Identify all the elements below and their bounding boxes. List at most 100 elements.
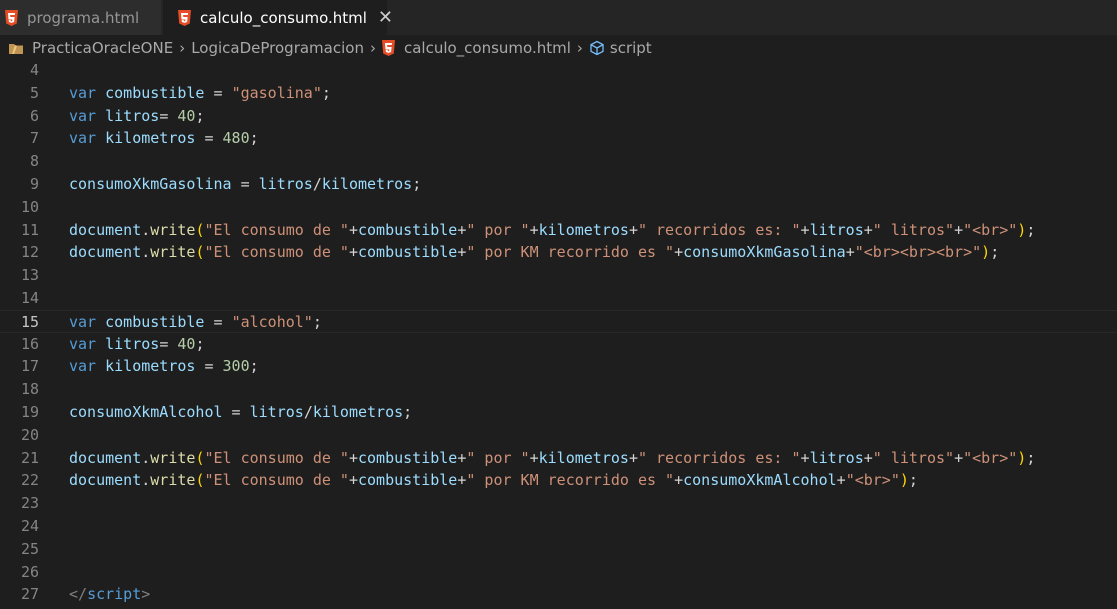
code-token: write: [150, 243, 196, 262]
code-token: "gasolina": [231, 83, 322, 102]
code-token: "El consumo de ": [204, 220, 349, 239]
code-line[interactable]: 9 consumoXkmGasolina = litros/kilometros;: [0, 173, 1117, 196]
code-line[interactable]: 6 var litros= 40;: [0, 105, 1117, 128]
code-line[interactable]: 17 var kilometros = 300;: [0, 355, 1117, 378]
code-token: kilometros: [105, 129, 196, 148]
code-text: var kilometros = 480;: [69, 127, 259, 150]
chevron-right-icon: ›: [369, 39, 376, 57]
code-token: var: [69, 357, 97, 376]
code-token: >: [141, 585, 151, 604]
code-token: document: [69, 243, 142, 262]
code-line[interactable]: 25: [0, 538, 1117, 561]
code-token: ;: [1026, 448, 1036, 467]
html5-icon: [381, 40, 395, 56]
code-token: " recorridos es: ": [637, 220, 801, 239]
code-editor[interactable]: 4 5 var combustible = "gasolina"; 6 var litr…: [0, 61, 1117, 609]
code-token: litros: [249, 403, 304, 421]
code-token: ;: [312, 312, 322, 331]
code-line[interactable]: 27 </script>: [0, 583, 1117, 606]
code-token: write: [150, 220, 196, 239]
code-line[interactable]: 5 var combustible = "gasolina";: [0, 82, 1117, 105]
code-text: document.write("El consumo de "+combusti…: [69, 241, 999, 264]
breadcrumb-item-folder[interactable]: PracticaOracleONE: [8, 39, 173, 57]
code-token: combustible: [358, 448, 458, 467]
code-token: litros: [809, 448, 864, 467]
code-token: kilometros: [312, 403, 404, 421]
line-number: 10: [20, 197, 39, 216]
line-number: 17: [20, 357, 39, 376]
code-token: ;: [195, 334, 205, 353]
code-text: var litros= 40;: [69, 105, 204, 128]
chevron-right-icon: ›: [576, 39, 583, 57]
breadcrumb-label: script: [609, 39, 652, 57]
code-token: var: [69, 106, 97, 125]
code-line[interactable]: 23: [0, 492, 1117, 515]
code-text: document.write("El consumo de "+combusti…: [69, 219, 1035, 242]
code-token: "<br>": [963, 448, 1018, 467]
code-line[interactable]: 12 document.write("El consumo de "+combus…: [0, 241, 1117, 264]
tab-calculo-consumo-html[interactable]: calculo_consumo.html ✕: [163, 0, 393, 35]
code-token: +: [348, 448, 358, 467]
code-token: =: [204, 312, 232, 331]
code-line[interactable]: 22 document.write("El consumo de "+combus…: [0, 469, 1117, 492]
code-line[interactable]: 18: [0, 378, 1117, 401]
code-line[interactable]: 11 document.write("El consumo de "+combus…: [0, 219, 1117, 242]
code-line[interactable]: 7 var kilometros = 480;: [0, 127, 1117, 150]
code-token: litros: [105, 334, 160, 353]
code-token: /: [312, 175, 322, 193]
code-token: .: [141, 220, 151, 239]
tab-label: calculo_consumo.html: [200, 8, 367, 27]
breadcrumb-item-subfolder[interactable]: LogicaDeProgramacion: [191, 39, 364, 57]
line-number: 19: [20, 403, 39, 421]
breadcrumb-item-file[interactable]: calculo_consumo.html: [381, 39, 571, 57]
code-token: " por ": [466, 220, 530, 239]
code-line[interactable]: 10: [0, 196, 1117, 219]
code-line[interactable]: 26: [0, 561, 1117, 584]
code-token: +: [674, 243, 684, 262]
code-token: +: [348, 220, 358, 239]
code-token: ;: [412, 175, 422, 193]
code-token: " litros": [872, 448, 955, 467]
code-token: .: [141, 243, 151, 262]
code-line[interactable]: 14: [0, 287, 1117, 310]
code-token: var: [69, 334, 97, 353]
code-token: " por KM recorrido es ": [466, 471, 675, 490]
code-token: kilometros: [538, 448, 629, 467]
tab-programa-html[interactable]: programa.html: [0, 0, 161, 35]
code-token: +: [529, 220, 539, 239]
code-token: " recorridos es: ": [637, 448, 801, 467]
line-number: 27: [20, 585, 39, 604]
code-token: consumoXkmGasolina: [683, 243, 846, 262]
code-line[interactable]: 20: [0, 424, 1117, 447]
code-line[interactable]: 15 var combustible = "alcohol";: [0, 309, 1117, 333]
code-token: combustible: [105, 83, 205, 102]
code-token: =: [159, 334, 178, 353]
code-text: consumoXkmAlcohol = litros/kilometros;: [69, 401, 412, 424]
code-line[interactable]: 16 var litros= 40;: [0, 333, 1117, 356]
code-line[interactable]: 4: [0, 59, 1117, 82]
code-line[interactable]: 21 document.write("El consumo de "+combus…: [0, 447, 1117, 470]
code-token: =: [195, 357, 223, 376]
code-text: </script>: [69, 583, 150, 606]
close-icon[interactable]: ✕: [378, 8, 393, 27]
line-number: 23: [20, 494, 39, 513]
line-number: 9: [29, 175, 39, 193]
breadcrumb-item-symbol[interactable]: script: [589, 39, 652, 57]
code-token: 40: [177, 106, 196, 125]
code-line[interactable]: 19 consumoXkmAlcohol = litros/kilometros;: [0, 401, 1117, 424]
code-token: kilometros: [105, 357, 196, 376]
code-text: var kilometros = 300;: [69, 355, 259, 378]
code-line[interactable]: 8: [0, 150, 1117, 173]
code-line[interactable]: 13: [0, 264, 1117, 287]
code-token: ;: [321, 83, 331, 102]
code-text: document.write("El consumo de "+combusti…: [69, 469, 918, 492]
code-token: script: [87, 585, 142, 604]
code-token: /: [303, 403, 313, 421]
html5-icon: [5, 9, 18, 26]
code-token: litros: [809, 220, 864, 239]
code-line[interactable]: 24: [0, 515, 1117, 538]
line-number: 6: [29, 106, 39, 125]
code-token: +: [529, 448, 539, 467]
